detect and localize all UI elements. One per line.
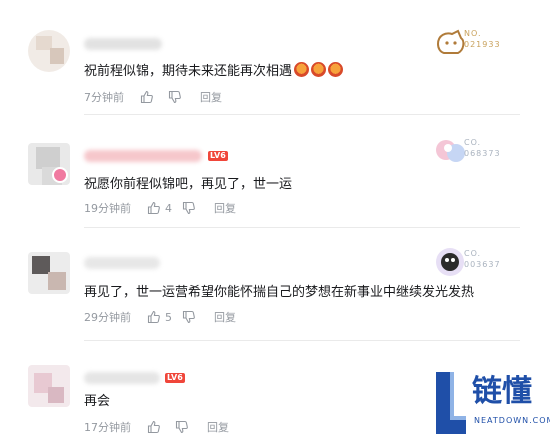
fan-badge-number: 003637 bbox=[464, 260, 501, 269]
comment-meta: 29分钟前 5 回复 bbox=[84, 309, 236, 325]
avatar[interactable] bbox=[28, 365, 70, 407]
thumbs-up-icon bbox=[147, 310, 160, 324]
watermark-logo: 链懂 NEATDOWN.COM bbox=[432, 368, 550, 438]
reply-button[interactable]: 回复 bbox=[200, 89, 222, 105]
username-blurred[interactable] bbox=[84, 150, 202, 162]
thumbs-down-icon bbox=[182, 310, 195, 324]
reply-button[interactable]: 回复 bbox=[207, 419, 229, 435]
fan-badge-label: NO. bbox=[464, 29, 482, 38]
like-button[interactable]: 4 bbox=[147, 201, 172, 215]
level-badge: LV6 bbox=[208, 151, 228, 161]
fan-badge: CO. 003637 bbox=[434, 246, 522, 278]
comment-item: NO. 021933 祝前程似锦，期待未来还能再次相遇 7分钟前 回复 bbox=[0, 0, 550, 115]
comment-text[interactable]: 祝愿你前程似锦吧，再见了，世一运 bbox=[84, 176, 292, 194]
thumbs-down-icon bbox=[175, 420, 188, 434]
username-blurred[interactable] bbox=[84, 372, 160, 384]
comment-item: LV6 CO. 068373 祝愿你前程似锦吧，再见了，世一运 19分钟前 4 … bbox=[0, 115, 550, 228]
dislike-button[interactable] bbox=[168, 90, 182, 104]
comment-time: 29分钟前 bbox=[84, 311, 131, 324]
comment-meta: 19分钟前 4 回复 bbox=[84, 200, 236, 216]
crying-emoji-icon bbox=[311, 62, 327, 77]
comment-item: CO. 003637 再见了，世一运营希望你能怀揣自己的梦想在新事业中继续发光发… bbox=[0, 228, 550, 341]
crying-emoji-icon bbox=[294, 62, 310, 77]
watermark-l-icon bbox=[436, 372, 466, 434]
thumbs-up-icon bbox=[147, 201, 160, 215]
avatar[interactable] bbox=[28, 30, 70, 72]
thumbs-up-icon bbox=[140, 90, 153, 104]
crying-emoji-icon bbox=[328, 62, 344, 77]
fan-badge-number: 068373 bbox=[464, 149, 501, 158]
watermark-url: NEATDOWN.COM bbox=[474, 416, 550, 425]
fan-badge-number: 021933 bbox=[464, 40, 501, 49]
thumbs-up-icon bbox=[147, 420, 160, 434]
like-button[interactable]: 5 bbox=[147, 310, 172, 324]
reply-button[interactable]: 回复 bbox=[214, 309, 236, 325]
comment-text[interactable]: 再见了，世一运营希望你能怀揣自己的梦想在新事业中继续发光发热 bbox=[84, 284, 474, 302]
watermark-brand: 链懂 bbox=[472, 374, 532, 409]
comment-time: 19分钟前 bbox=[84, 202, 131, 215]
thumbs-down-icon bbox=[182, 201, 195, 215]
like-button[interactable] bbox=[140, 90, 153, 104]
comment-text[interactable]: 祝前程似锦，期待未来还能再次相遇 bbox=[84, 62, 344, 81]
comment-text-content: 祝前程似锦，期待未来还能再次相遇 bbox=[84, 64, 293, 79]
avatar-pendant-icon bbox=[52, 167, 68, 183]
like-count: 5 bbox=[165, 310, 172, 324]
reply-button[interactable]: 回复 bbox=[214, 200, 236, 216]
fan-badge: NO. 021933 bbox=[434, 26, 522, 58]
comment-time: 7分钟前 bbox=[84, 91, 124, 104]
comment-text[interactable]: 再会 bbox=[84, 393, 110, 411]
dislike-button[interactable] bbox=[182, 310, 196, 324]
comment-meta: 7分钟前 回复 bbox=[84, 89, 222, 105]
fan-badge-icon bbox=[436, 29, 465, 54]
like-count: 4 bbox=[165, 201, 172, 215]
fan-badge-label: CO. bbox=[464, 249, 482, 258]
comment-meta: 17分钟前 回复 bbox=[84, 419, 229, 435]
thumbs-down-icon bbox=[168, 90, 181, 104]
fan-badge-icon bbox=[436, 248, 464, 276]
avatar[interactable] bbox=[28, 252, 70, 294]
username-blurred[interactable] bbox=[84, 38, 162, 50]
like-button[interactable] bbox=[147, 420, 160, 434]
fan-badge: CO. 068373 bbox=[434, 135, 522, 167]
level-badge: LV6 bbox=[165, 373, 185, 383]
dislike-button[interactable] bbox=[175, 420, 189, 434]
fan-badge-icon bbox=[436, 140, 465, 162]
fan-badge-label: CO. bbox=[464, 138, 482, 147]
comment-time: 17分钟前 bbox=[84, 421, 131, 434]
username-blurred[interactable] bbox=[84, 257, 160, 269]
dislike-button[interactable] bbox=[182, 201, 196, 215]
